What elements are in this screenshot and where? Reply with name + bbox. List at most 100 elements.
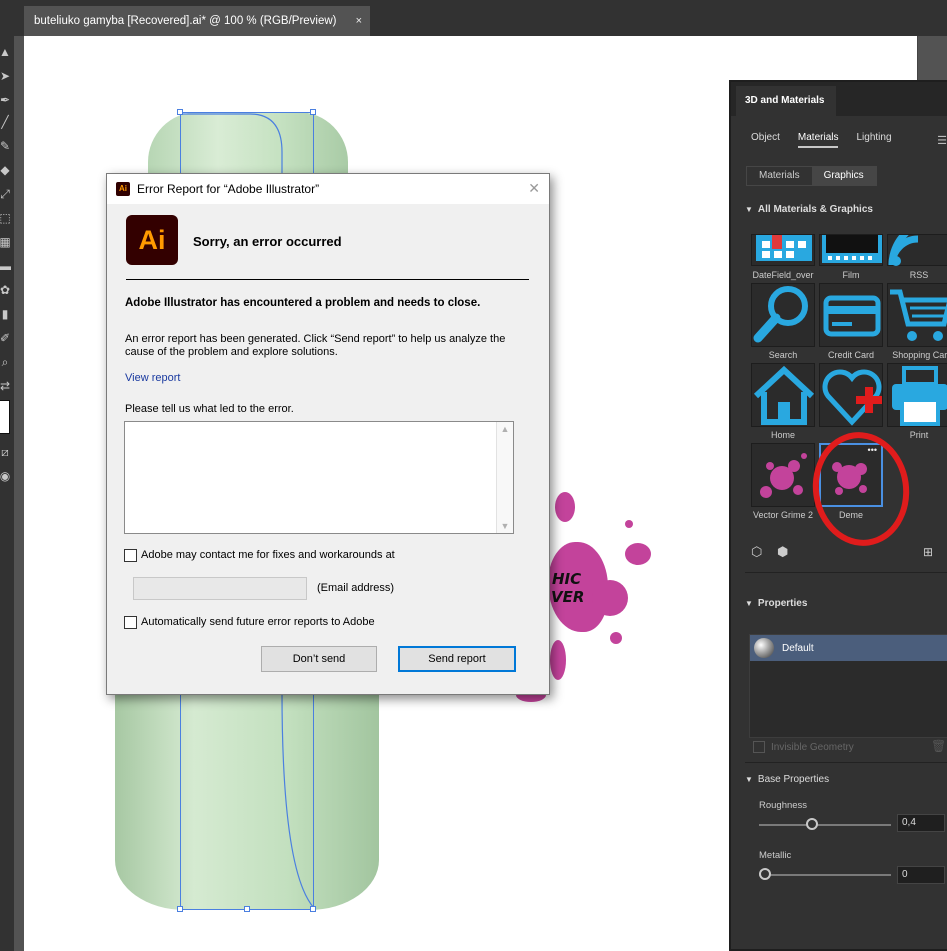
auto-send-label: Automatically send future error reports … — [141, 616, 375, 628]
tile-label: Credit Card — [827, 350, 874, 360]
credit-card-icon — [823, 295, 881, 337]
segment-graphics[interactable]: Graphics — [811, 167, 876, 185]
symbol-sprayer-icon[interactable]: ✿ — [0, 282, 13, 298]
tab-materials[interactable]: Materials — [797, 132, 839, 148]
tile-label: Vector Grime 2 — [752, 510, 814, 520]
base-properties-header[interactable]: ▼ Base Properties — [745, 774, 829, 785]
roughness-slider-knob[interactable] — [805, 818, 818, 830]
trash-icon[interactable]: 🗑 — [931, 739, 946, 753]
film-icon — [822, 235, 882, 263]
dialog-title: Error Report for “Adobe Illustrator” — [137, 182, 320, 196]
roughness-value-field[interactable]: 0,4 — [897, 814, 945, 832]
material-name: Default — [782, 642, 814, 654]
materials-graphics-toggle: Materials Graphics — [746, 166, 877, 186]
divider — [126, 279, 529, 280]
roughness-label: Roughness — [759, 800, 808, 811]
datefield-icon — [756, 235, 812, 261]
library-tile[interactable] — [819, 234, 883, 266]
auto-send-checkbox[interactable] — [124, 616, 137, 629]
metallic-label: Metallic — [759, 850, 792, 861]
contact-checkbox[interactable] — [124, 549, 137, 562]
email-field[interactable] — [133, 577, 307, 600]
zoom-tool-icon[interactable]: ⌕ — [0, 354, 13, 370]
error-description-textarea[interactable]: ▲ ▼ — [124, 421, 514, 534]
place-graphic-icon[interactable]: ⬢ — [777, 544, 788, 560]
mesh-tool-icon[interactable]: ▦ — [0, 234, 13, 250]
library-tile[interactable] — [751, 363, 815, 427]
direct-selection-icon[interactable]: ➤ — [0, 68, 13, 84]
chevron-down-icon: ▼ — [745, 599, 753, 608]
selection-handle[interactable] — [177, 109, 183, 115]
library-tile[interactable] — [751, 283, 815, 347]
free-transform-icon[interactable]: ⬚ — [0, 210, 13, 226]
home-icon — [753, 365, 815, 425]
selection-tool-icon[interactable]: ▲ — [0, 44, 13, 60]
library-tile[interactable] — [887, 283, 947, 347]
graph-tool-icon[interactable]: ▮ — [0, 306, 13, 322]
material-list: Default — [749, 634, 947, 738]
pen-tool-icon[interactable]: ✒ — [0, 92, 13, 108]
metallic-slider-track[interactable] — [759, 874, 891, 876]
metallic-value-field[interactable]: 0 — [897, 866, 945, 884]
library-header-label: All Materials & Graphics — [757, 204, 873, 215]
library-tile[interactable] — [751, 443, 815, 507]
divider — [745, 572, 947, 573]
tab-object[interactable]: Object — [751, 132, 780, 148]
shopping-cart-icon — [890, 289, 947, 341]
scroll-down-icon[interactable]: ▼ — [497, 521, 513, 531]
panel-tab-3d-materials[interactable]: 3D and Materials — [736, 86, 836, 116]
fill-swatch[interactable] — [0, 400, 10, 434]
selection-handle[interactable] — [310, 906, 316, 912]
selection-handle[interactable] — [244, 906, 250, 912]
tab-lighting[interactable]: Lighting — [856, 132, 891, 148]
metallic-slider-knob[interactable] — [759, 868, 771, 880]
gradient-tool-icon[interactable]: ▬ — [0, 258, 13, 274]
library-tile[interactable] — [887, 363, 947, 427]
selection-handle[interactable] — [177, 906, 183, 912]
scroll-up-icon[interactable]: ▲ — [497, 424, 513, 434]
properties-header-label: Properties — [757, 598, 808, 609]
drawing-mode-icon[interactable]: ◉ — [0, 468, 13, 484]
library-tile[interactable] — [819, 283, 883, 347]
close-icon[interactable]: ✕ — [528, 180, 540, 197]
view-report-link[interactable]: View report — [125, 372, 180, 384]
library-section-header[interactable]: ▼ All Materials & Graphics — [745, 204, 873, 215]
3d-box-icon[interactable]: ⬡ — [751, 544, 762, 560]
textarea-scrollbar[interactable]: ▲ ▼ — [496, 422, 513, 533]
grime-icon — [760, 453, 807, 498]
selection-handle[interactable] — [310, 109, 316, 115]
send-report-button[interactable]: Send report — [398, 646, 516, 672]
illustrator-app-icon: Ai — [116, 182, 130, 196]
tile-label: Home — [770, 430, 795, 440]
panel-subtabs: Object Materials Lighting — [751, 132, 892, 148]
invisible-geometry-checkbox[interactable] — [753, 741, 765, 753]
tile-label: DateField_over — [752, 270, 814, 280]
splash-text-line2: VER — [551, 588, 585, 606]
illustrator-logo: Ai — [126, 215, 178, 265]
add-graphic-icon[interactable]: ⊞ — [923, 545, 933, 559]
scale-tool-icon[interactable]: ⤢ — [0, 186, 13, 202]
swap-colors-icon[interactable]: ⇄ — [0, 378, 13, 394]
dialog-heading: Sorry, an error occurred — [193, 234, 342, 249]
material-row-default[interactable]: Default — [750, 635, 947, 661]
close-icon[interactable]: × — [356, 15, 362, 27]
none-color-icon[interactable]: ⧄ — [0, 444, 13, 460]
line-tool-icon[interactable]: ╱ — [0, 114, 13, 130]
invisible-geometry-label: Invisible Geometry — [771, 742, 854, 753]
panel-menu-icon[interactable]: ☰ — [937, 134, 947, 147]
roughness-slider-track[interactable] — [759, 824, 891, 826]
eraser-tool-icon[interactable]: ◆ — [0, 162, 13, 178]
library-tile[interactable] — [819, 363, 883, 427]
chevron-down-icon: ▼ — [745, 775, 753, 784]
document-tab[interactable]: buteliuko gamyba [Recovered].ai* @ 100 %… — [24, 6, 370, 36]
dont-send-button[interactable]: Don’t send — [261, 646, 377, 672]
pasteboard — [917, 36, 947, 80]
divider — [745, 762, 947, 763]
brush-tool-icon[interactable]: ✎ — [0, 138, 13, 154]
library-tile[interactable] — [887, 217, 947, 266]
eyedropper-icon[interactable]: ✐ — [0, 330, 13, 346]
properties-section-header[interactable]: ▼ Properties — [745, 598, 807, 609]
segment-materials[interactable]: Materials — [747, 167, 812, 185]
print-icon — [892, 366, 947, 426]
library-tile[interactable] — [751, 234, 815, 266]
